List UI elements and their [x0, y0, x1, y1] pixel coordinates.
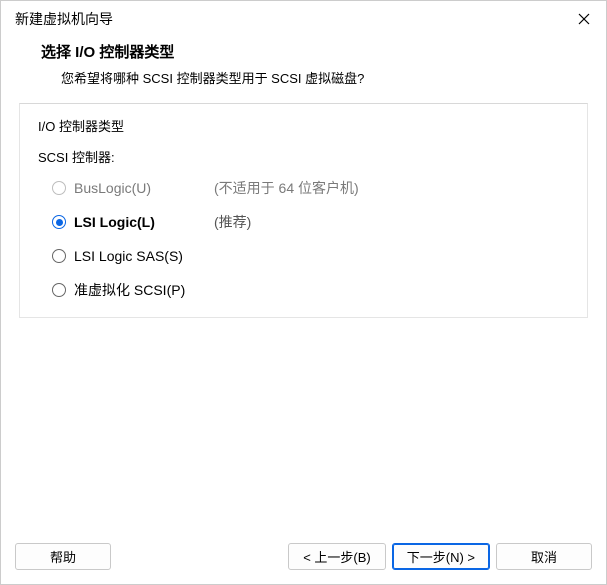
close-button[interactable]: [572, 7, 596, 31]
radio-buslogic: [52, 181, 66, 195]
option-note: (不适用于 64 位客户机): [214, 178, 359, 198]
radio-lsi-logic[interactable]: [52, 215, 66, 229]
content-area: I/O 控制器类型 SCSI 控制器: BusLogic(U) (不适用于 64…: [1, 103, 606, 535]
wizard-header: 选择 I/O 控制器类型 您希望将哪种 SCSI 控制器类型用于 SCSI 虚拟…: [1, 35, 606, 103]
option-label: 准虚拟化 SCSI(P): [74, 280, 214, 300]
close-icon: [578, 13, 590, 25]
panel-title: I/O 控制器类型: [38, 116, 569, 135]
io-controller-panel: I/O 控制器类型 SCSI 控制器: BusLogic(U) (不适用于 64…: [19, 103, 588, 318]
window-title: 新建虚拟机向导: [15, 9, 113, 29]
back-button[interactable]: < 上一步(B): [288, 543, 386, 570]
option-label: BusLogic(U): [74, 180, 214, 196]
radio-paravirtual-scsi[interactable]: [52, 283, 66, 297]
help-button[interactable]: 帮助: [15, 543, 111, 570]
option-label: LSI Logic SAS(S): [74, 248, 214, 264]
wizard-footer: 帮助 < 上一步(B) 下一步(N) > 取消: [1, 535, 606, 584]
cancel-button[interactable]: 取消: [496, 543, 592, 570]
scsi-group-label: SCSI 控制器:: [38, 147, 569, 166]
radio-lsi-logic-sas[interactable]: [52, 249, 66, 263]
titlebar: 新建虚拟机向导: [1, 1, 606, 35]
option-label: LSI Logic(L): [74, 214, 214, 230]
option-buslogic: BusLogic(U) (不适用于 64 位客户机): [52, 178, 569, 198]
options-group: BusLogic(U) (不适用于 64 位客户机) LSI Logic(L) …: [38, 178, 569, 300]
next-button[interactable]: 下一步(N) >: [392, 543, 490, 570]
page-title: 选择 I/O 控制器类型: [41, 41, 566, 62]
option-lsi-logic[interactable]: LSI Logic(L) (推荐): [52, 212, 569, 232]
option-lsi-logic-sas[interactable]: LSI Logic SAS(S): [52, 246, 569, 266]
option-paravirtual-scsi[interactable]: 准虚拟化 SCSI(P): [52, 280, 569, 300]
page-subtitle: 您希望将哪种 SCSI 控制器类型用于 SCSI 虚拟磁盘?: [41, 68, 566, 87]
option-note: (推荐): [214, 212, 251, 232]
